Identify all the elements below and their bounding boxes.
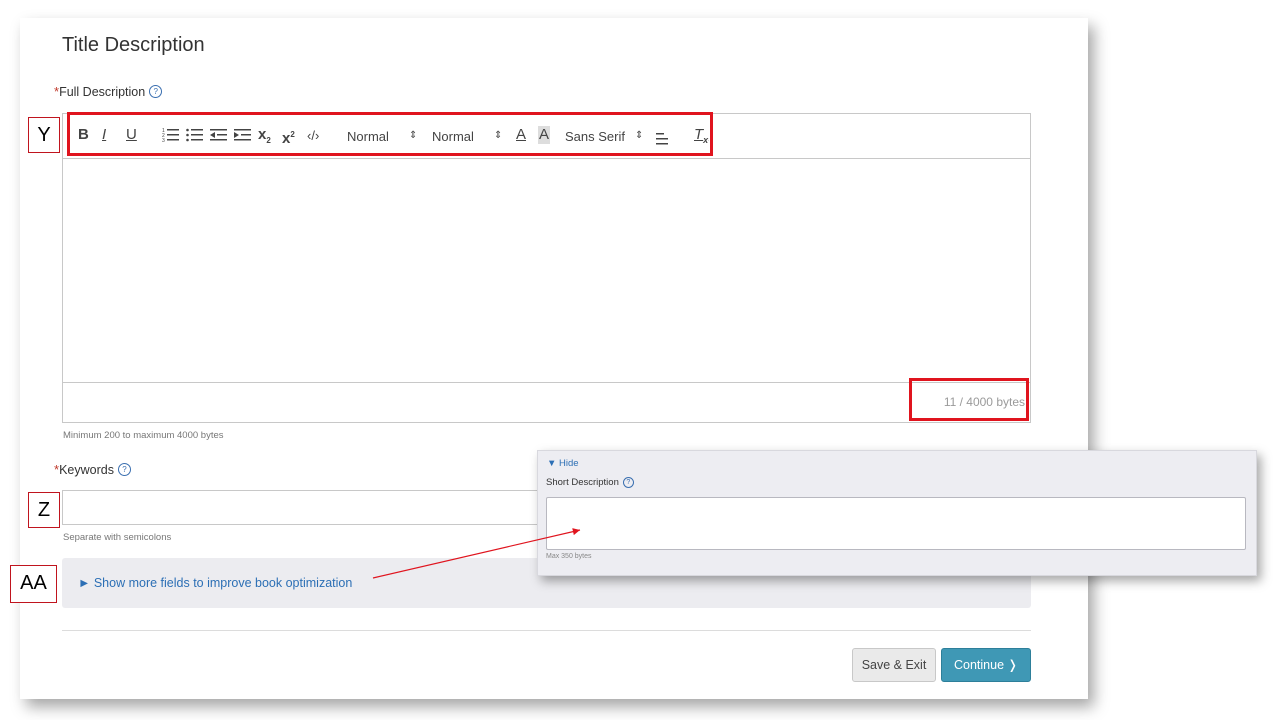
callout-arrow [372,528,581,579]
